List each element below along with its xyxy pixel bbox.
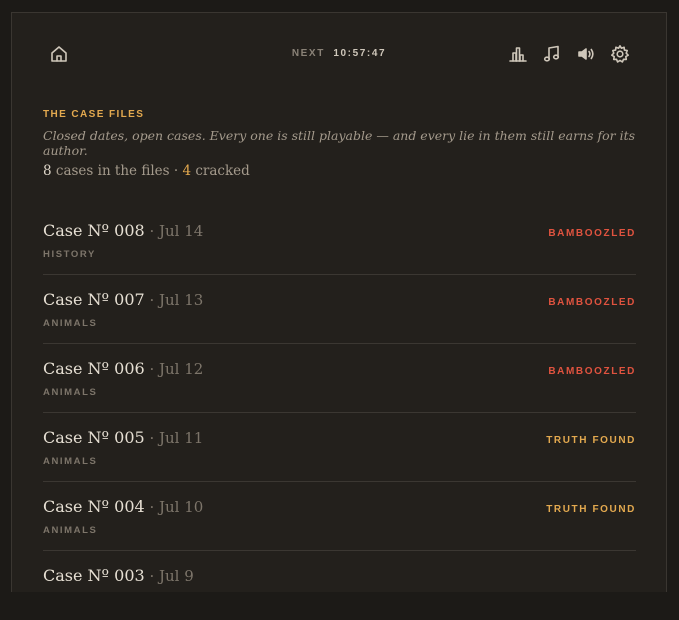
case-row[interactable]: Case Nº 003 · Jul 9 xyxy=(43,551,636,620)
section-title: THE CASE FILES xyxy=(43,109,145,120)
cases-count: 8 xyxy=(43,163,52,179)
case-category: HISTORY xyxy=(43,249,96,260)
cases-text: cases in the files · xyxy=(51,163,183,179)
sound-icon[interactable] xyxy=(575,43,597,65)
case-date: · Jul 14 xyxy=(144,222,204,240)
stats-icon[interactable] xyxy=(507,43,529,65)
case-date: · Jul 11 xyxy=(144,429,204,447)
section-subtitle: Closed dates, open cases. Every one is s… xyxy=(43,128,636,158)
case-date: · Jul 9 xyxy=(144,567,194,585)
case-category: ANIMALS xyxy=(43,318,98,329)
case-category: ANIMALS xyxy=(43,525,98,536)
case-title: Case Nº 003 · Jul 9 xyxy=(43,566,194,585)
case-verdict: TRUTH FOUND xyxy=(546,504,636,515)
case-date: · Jul 10 xyxy=(144,498,204,516)
top-bar: NEXT 10:57:47 xyxy=(12,13,666,93)
cracked-count: 4 xyxy=(182,163,192,179)
case-row[interactable]: Case Nº 008 · Jul 14 HISTORY BAMBOOZLED xyxy=(43,206,636,275)
gear-icon[interactable] xyxy=(609,43,631,65)
case-title: Case Nº 006 · Jul 12 xyxy=(43,359,204,378)
case-verdict: TRUTH FOUND xyxy=(546,435,636,446)
case-row[interactable]: Case Nº 005 · Jul 11 ANIMALS TRUTH FOUND xyxy=(43,413,636,482)
case-title: Case Nº 008 · Jul 14 xyxy=(43,221,204,240)
case-row[interactable]: Case Nº 007 · Jul 13 ANIMALS BAMBOOZLED xyxy=(43,275,636,344)
case-title: Case Nº 005 · Jul 11 xyxy=(43,428,204,447)
case-title: Case Nº 004 · Jul 10 xyxy=(43,497,204,516)
music-icon[interactable] xyxy=(541,43,563,65)
case-date: · Jul 13 xyxy=(144,291,204,309)
case-row[interactable]: Case Nº 006 · Jul 12 ANIMALS BAMBOOZLED xyxy=(43,344,636,413)
case-row[interactable]: Case Nº 004 · Jul 10 ANIMALS TRUTH FOUND xyxy=(43,482,636,551)
cracked-text: cracked xyxy=(191,163,250,179)
case-title: Case Nº 007 · Jul 13 xyxy=(43,290,204,309)
case-verdict: BAMBOOZLED xyxy=(548,228,636,239)
case-category: ANIMALS xyxy=(43,387,98,398)
case-date: · Jul 12 xyxy=(144,360,204,378)
next-label: NEXT xyxy=(291,48,325,59)
case-counts: 8 cases in the files · 4 cracked xyxy=(43,163,250,179)
case-category: ANIMALS xyxy=(43,456,98,467)
case-list: Case Nº 008 · Jul 14 HISTORY BAMBOOZLED … xyxy=(43,206,636,620)
case-verdict: BAMBOOZLED xyxy=(548,366,636,377)
app-frame: NEXT 10:57:47 THE CASE FILES Closed date… xyxy=(11,12,667,592)
next-time: 10:57:47 xyxy=(333,48,387,59)
case-verdict: BAMBOOZLED xyxy=(548,297,636,308)
next-timer: NEXT 10:57:47 xyxy=(12,48,666,59)
